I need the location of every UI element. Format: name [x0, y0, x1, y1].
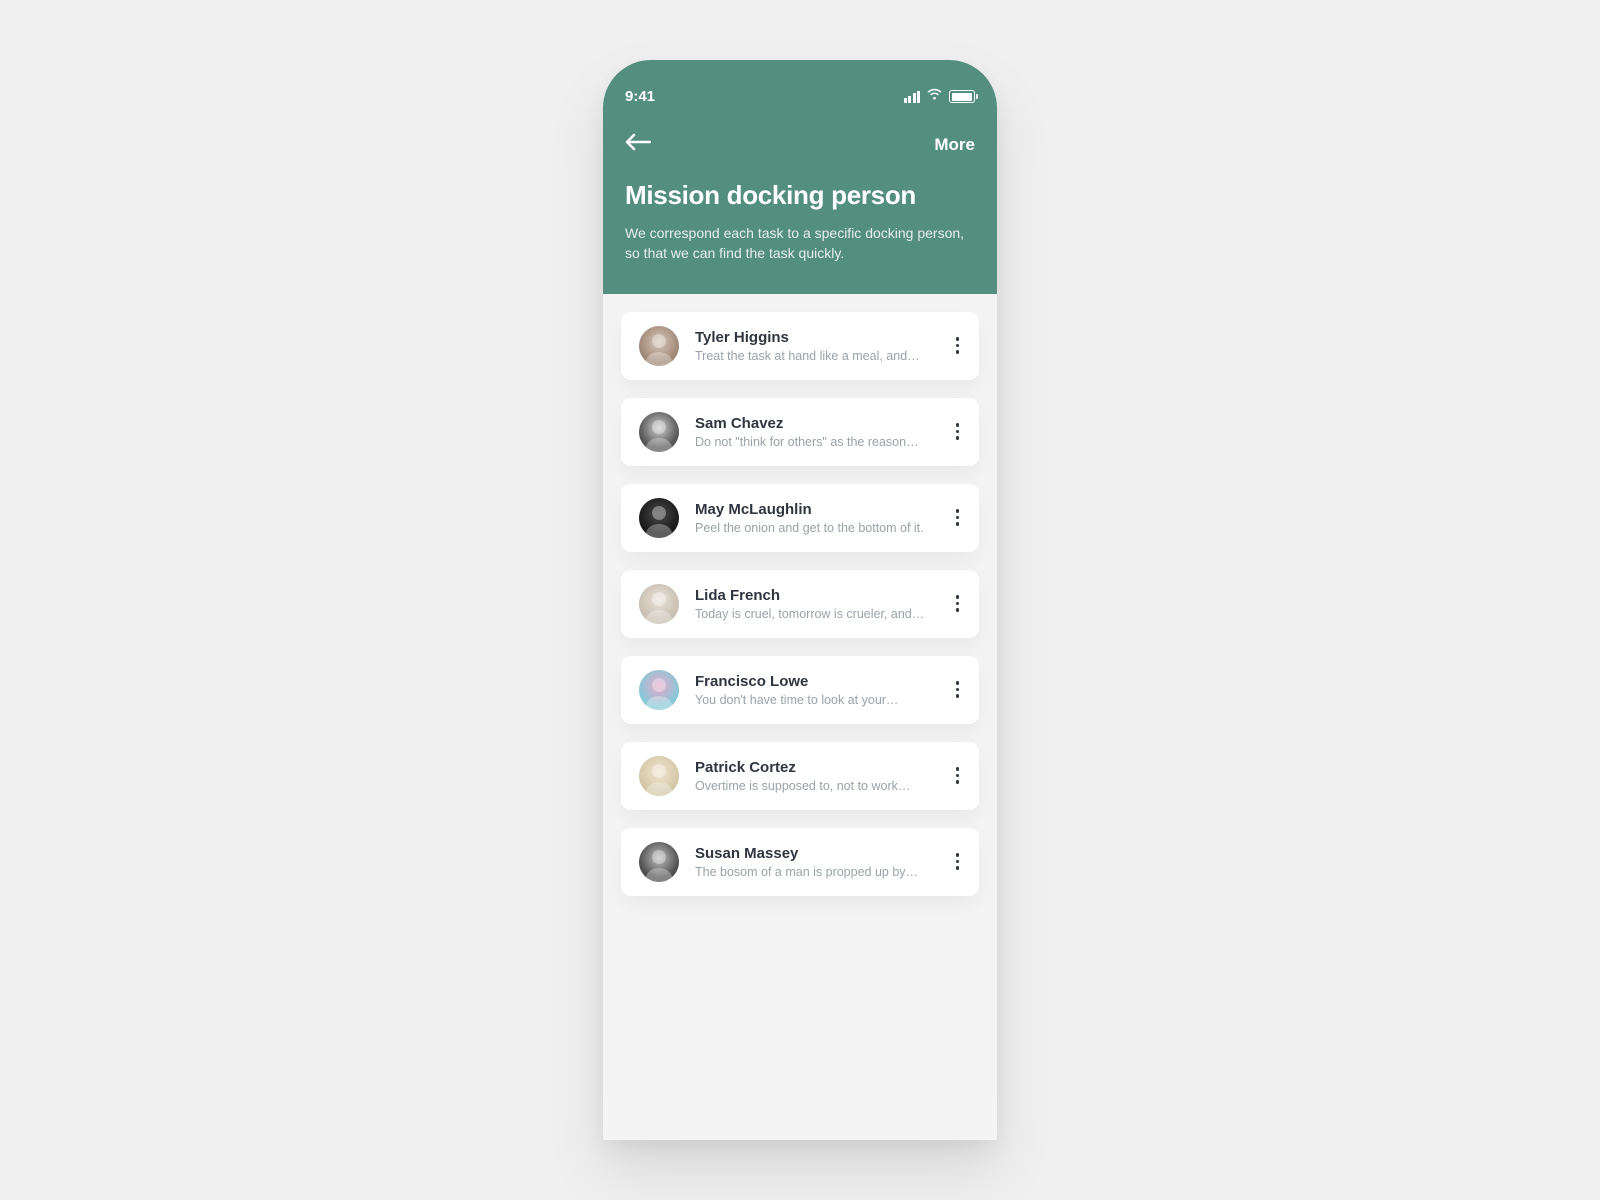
person-list[interactable]: Tyler Higgins Treat the task at hand lik…: [603, 294, 997, 896]
person-description: You don't have time to look at your…: [695, 693, 938, 707]
avatar: [639, 412, 679, 452]
status-icons: [904, 88, 976, 105]
person-card[interactable]: Francisco Lowe You don't have time to lo…: [621, 656, 979, 724]
avatar: [639, 842, 679, 882]
person-card[interactable]: Sam Chavez Do not "think for others" as …: [621, 398, 979, 466]
more-button[interactable]: More: [934, 135, 975, 155]
avatar: [639, 498, 679, 538]
person-description: Overtime is supposed to, not to work…: [695, 779, 938, 793]
more-options-icon[interactable]: [954, 761, 962, 790]
more-options-icon[interactable]: [954, 417, 962, 446]
person-name: Patrick Cortez: [695, 759, 938, 776]
person-description: Do not "think for others" as the reason…: [695, 435, 938, 449]
person-card[interactable]: Susan Massey The bosom of a man is propp…: [621, 828, 979, 896]
more-options-icon[interactable]: [954, 675, 962, 704]
avatar: [639, 584, 679, 624]
nav-row: More: [625, 133, 975, 156]
header: 9:41 More Mission docking person We corr…: [603, 60, 997, 294]
avatar: [639, 670, 679, 710]
person-name: Sam Chavez: [695, 415, 938, 432]
person-name: Francisco Lowe: [695, 673, 938, 690]
person-card[interactable]: Tyler Higgins Treat the task at hand lik…: [621, 312, 979, 380]
status-time: 9:41: [625, 88, 655, 105]
person-description: Today is cruel, tomorrow is crueler, and…: [695, 607, 938, 621]
person-name: Susan Massey: [695, 845, 938, 862]
person-content: Sam Chavez Do not "think for others" as …: [695, 415, 938, 449]
person-card[interactable]: Lida French Today is cruel, tomorrow is …: [621, 570, 979, 638]
person-content: Susan Massey The bosom of a man is propp…: [695, 845, 938, 879]
cellular-signal-icon: [904, 91, 921, 103]
person-content: Lida French Today is cruel, tomorrow is …: [695, 587, 938, 621]
page-subtitle: We correspond each task to a specific do…: [625, 223, 975, 264]
more-options-icon[interactable]: [954, 589, 962, 618]
person-content: Francisco Lowe You don't have time to lo…: [695, 673, 938, 707]
more-options-icon[interactable]: [954, 331, 962, 360]
phone-frame: 9:41 More Mission docking person We corr…: [603, 60, 997, 1140]
person-description: The bosom of a man is propped up by…: [695, 865, 938, 879]
wifi-icon: [926, 88, 943, 105]
person-content: May McLaughlin Peel the onion and get to…: [695, 501, 938, 535]
avatar: [639, 326, 679, 366]
person-name: Tyler Higgins: [695, 329, 938, 346]
person-name: May McLaughlin: [695, 501, 938, 518]
avatar: [639, 756, 679, 796]
more-options-icon[interactable]: [954, 847, 962, 876]
person-description: Peel the onion and get to the bottom of …: [695, 521, 938, 535]
person-card[interactable]: May McLaughlin Peel the onion and get to…: [621, 484, 979, 552]
person-card[interactable]: Patrick Cortez Overtime is supposed to, …: [621, 742, 979, 810]
person-name: Lida French: [695, 587, 938, 604]
more-options-icon[interactable]: [954, 503, 962, 532]
back-button[interactable]: [625, 133, 651, 156]
person-content: Tyler Higgins Treat the task at hand lik…: [695, 329, 938, 363]
battery-icon: [949, 90, 975, 103]
status-bar: 9:41: [625, 88, 975, 105]
page-title: Mission docking person: [625, 180, 975, 211]
person-content: Patrick Cortez Overtime is supposed to, …: [695, 759, 938, 793]
person-description: Treat the task at hand like a meal, and…: [695, 349, 938, 363]
